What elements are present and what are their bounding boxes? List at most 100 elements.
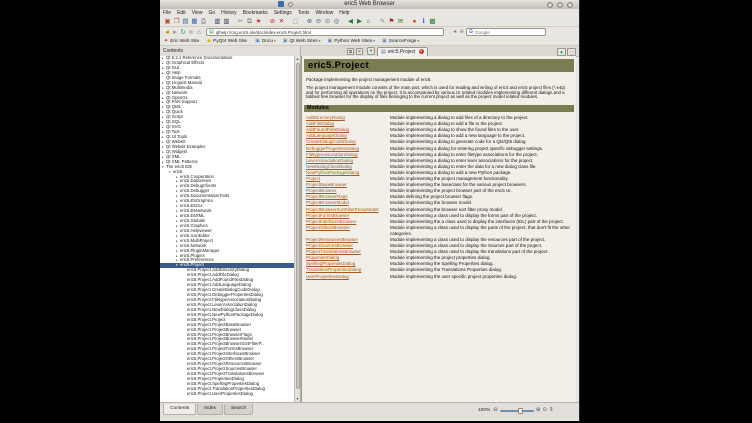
zoom-in-icon[interactable]: ⊕ — [536, 407, 541, 414]
search-bar[interactable]: G — [466, 28, 546, 36]
tab-list-icon[interactable]: ▼ — [557, 48, 566, 56]
dock-close-icon[interactable]: ✕ — [356, 48, 363, 55]
sidebar-tab[interactable]: Contents — [163, 404, 196, 415]
forward-icon[interactable]: ▶ — [355, 17, 364, 26]
navigation-toolbar: ◄►↻⊗⌂ ▤ ◄ ⊕ G — [160, 27, 579, 37]
zoom-out-icon[interactable]: ⊖ — [493, 407, 498, 414]
bookmark-folder-qt-web-sites[interactable]: ▣ Qt Web Sites ▾ — [283, 38, 321, 44]
url-bar[interactable]: ▤ — [206, 28, 444, 36]
menu-item[interactable]: Go — [208, 9, 215, 17]
bookmark-folder-sourceforge[interactable]: ▣ SourceForge ▾ — [382, 38, 419, 44]
sidebar-tab[interactable]: Index — [197, 404, 223, 415]
cut-icon[interactable]: ✂ — [236, 17, 245, 26]
desktop: { "colors": {"accent_olive":"#7C7C52","l… — [0, 0, 752, 423]
menu-item[interactable]: Tools — [298, 9, 310, 17]
zoom-reset-icon[interactable]: ⊙ — [543, 407, 548, 414]
maximize-button[interactable] — [557, 2, 563, 8]
search-input[interactable] — [475, 30, 543, 35]
bookmark-folder-docu[interactable]: ▣ Docu ▾ — [255, 38, 276, 44]
url-input[interactable] — [216, 30, 441, 35]
help-content: eric5.Project Package implementing the p… — [301, 56, 576, 402]
page-source-icon[interactable]: ▢ — [291, 17, 300, 26]
sidebar-tab[interactable]: Search — [224, 404, 253, 415]
tab-close-icon[interactable]: ✕ — [419, 49, 424, 54]
bookmark-icon: ▣ — [255, 38, 260, 44]
menu-item[interactable]: File — [163, 9, 171, 17]
close-page-icon[interactable]: ✕ — [277, 17, 286, 26]
dock-float-icon[interactable]: ⧉ — [347, 48, 354, 55]
bookmark-dropdown-icon: ▾ — [373, 39, 375, 43]
search-prev-icon[interactable]: ◄ — [452, 29, 457, 35]
home-icon[interactable]: ⌂ — [364, 17, 373, 26]
module-link[interactable]: ProjectOthersBrowser — [306, 225, 390, 237]
window-title: eric5 Web Browser — [160, 0, 579, 9]
scrollbar-thumb[interactable] — [296, 63, 300, 389]
browser-window: eric5 Web Browser File Edit View Go History B… — [160, 0, 580, 421]
bookmark-icon: ▣ — [283, 38, 288, 44]
module-link[interactable]: UserPropertiesDialog — [306, 274, 390, 280]
settings-icon[interactable]: ▩ — [428, 17, 437, 26]
nav-back-icon[interactable]: ◄ — [163, 28, 171, 37]
zoom-level: 100% — [478, 408, 490, 413]
nav-home-icon[interactable]: ⌂ — [195, 28, 203, 37]
ProjectOthersBrowser: ProjectOthersBrowser Module implementing… — [306, 225, 572, 237]
nav-reload-icon[interactable]: ↻ — [179, 28, 187, 37]
menu-item[interactable]: Bookmarks — [243, 9, 268, 17]
tab-corner-icon[interactable]: ▢ — [567, 48, 576, 56]
print-icon[interactable]: ⎙ — [199, 17, 208, 26]
back-icon[interactable]: ◀ — [346, 17, 355, 26]
new-tab-icon[interactable]: ▣ — [163, 17, 172, 26]
new-window-icon[interactable]: ❐ — [172, 17, 181, 26]
search-add-engine-icon[interactable]: ⊕ — [459, 29, 464, 35]
zoom-widget: 100% ⊖ ⊕ ⊙ ⇕ — [478, 407, 554, 414]
page-title: eric5.Project — [304, 59, 574, 72]
dock-header[interactable]: Contents — [160, 46, 301, 56]
close-button[interactable] — [567, 2, 573, 8]
search-engine-icon[interactable]: G — [469, 29, 473, 35]
save-icon[interactable]: ▦ — [190, 17, 199, 26]
nav-forward-icon[interactable]: ► — [171, 28, 179, 37]
bookmark-folder-python-web-sites[interactable]: ▣ Python Web Sites ▾ — [327, 38, 375, 44]
stop-load-icon[interactable]: ⊘ — [268, 17, 277, 26]
menu-item[interactable]: View — [192, 9, 203, 17]
tree-item[interactable]: eric5.Project.UserPropertiesDialog — [160, 392, 294, 397]
zoom-slider-handle[interactable] — [518, 408, 523, 414]
menu-item[interactable]: Settings — [274, 9, 292, 17]
zoom-step-icon[interactable]: ⇕ — [549, 407, 554, 414]
edit-icon[interactable]: ✎ — [378, 17, 387, 26]
nav-stop-icon[interactable]: ⊗ — [187, 28, 195, 37]
flag-icon[interactable]: ⚑ — [387, 17, 396, 26]
menu-item[interactable]: Help — [339, 9, 349, 17]
sidebar-scrollbar[interactable]: ▲ ▼ — [294, 56, 300, 402]
module-description: Module implementing a class used to disp… — [390, 225, 572, 237]
menu-item[interactable]: History — [221, 9, 237, 17]
zoom-in-icon[interactable]: ⊕ — [305, 17, 314, 26]
menu-item[interactable]: Edit — [177, 9, 186, 17]
zoom-slider[interactable] — [500, 407, 534, 414]
find-icon[interactable]: ◎ — [332, 17, 341, 26]
new-tab-button[interactable]: + — [367, 47, 375, 55]
status-bar: ContentsIndexSearch 100% ⊖ ⊕ ⊙ ⇕ — [160, 402, 579, 419]
bookmarks-menu-icon[interactable]: ▥ — [222, 17, 231, 26]
page-favicon: ▤ — [209, 29, 214, 35]
zoom-reset-icon[interactable]: ⊙ — [323, 17, 332, 26]
UserPropertiesDialog: UserPropertiesDialog Module implementing… — [306, 274, 572, 280]
zoom-out-icon[interactable]: ⊖ — [314, 17, 323, 26]
copy-icon[interactable]: ⧉ — [245, 17, 254, 26]
menu-item[interactable]: Window — [315, 9, 333, 17]
minimize-button[interactable] — [547, 2, 553, 8]
scroll-up-icon[interactable]: ▲ — [295, 56, 300, 62]
bookmark-eric-web-site[interactable]: ✦ Eric Web Site — [164, 38, 200, 44]
bookmark-icon: ▣ — [382, 38, 387, 44]
mail-icon[interactable]: ✉ — [396, 17, 405, 26]
tab-eric5-project[interactable]: ▤ eric5.Project ✕ — [377, 47, 428, 57]
star-icon[interactable]: ★ — [254, 17, 263, 26]
menubar: File Edit View Go History Bookmarks Settings To… — [160, 9, 579, 17]
dock-title: Contents — [160, 46, 300, 56]
bookmarks-bar: ✦ Eric Web Site ◆ PyQt4 Web Site ▣ Docu … — [160, 37, 579, 46]
info-icon[interactable]: ℹ — [419, 17, 428, 26]
feed-icon[interactable]: ● — [410, 17, 419, 26]
bookmark-pyqt4-web-site[interactable]: ◆ PyQt4 Web Site — [207, 38, 248, 44]
bookmarks-icon[interactable]: ▥ — [213, 17, 222, 26]
open-file-icon[interactable]: ▤ — [181, 17, 190, 26]
